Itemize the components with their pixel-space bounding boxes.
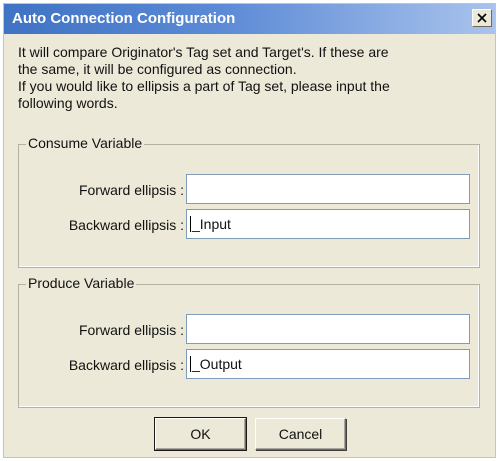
description-line: It will compare Originator's Tag set and… xyxy=(18,44,389,60)
close-icon xyxy=(477,13,487,23)
produce-forward-ellipsis-label: Forward ellipsis : xyxy=(78,322,184,338)
description-text: It will compare Originator's Tag set and… xyxy=(18,44,478,112)
close-button[interactable] xyxy=(472,9,492,27)
description-line: If you would like to ellipsis a part of … xyxy=(18,78,390,94)
text-caret xyxy=(190,356,191,372)
produce-backward-ellipsis-label: Backward ellipsis : xyxy=(68,357,184,373)
consume-backward-ellipsis-input[interactable]: _Input xyxy=(186,209,470,239)
produce-variable-group: Produce Variable Forward ellipsis : Back… xyxy=(18,275,480,408)
auto-connection-dialog: Auto Connection Configuration It will co… xyxy=(3,3,496,458)
consume-backward-ellipsis-value: _Input xyxy=(192,216,231,232)
produce-variable-legend: Produce Variable xyxy=(26,275,137,291)
window-title: Auto Connection Configuration xyxy=(12,10,236,27)
produce-forward-ellipsis-input[interactable] xyxy=(186,314,470,344)
cancel-button[interactable]: Cancel xyxy=(255,418,346,450)
description-line: the same, it will be configured as conne… xyxy=(18,61,297,77)
produce-backward-ellipsis-value: _Output xyxy=(192,356,242,372)
consume-forward-ellipsis-label: Forward ellipsis : xyxy=(78,182,184,198)
consume-backward-ellipsis-label: Backward ellipsis : xyxy=(68,217,184,233)
consume-forward-ellipsis-input[interactable] xyxy=(186,174,470,204)
produce-backward-ellipsis-input[interactable]: _Output xyxy=(186,349,470,379)
consume-variable-group: Consume Variable Forward ellipsis : Back… xyxy=(18,135,480,268)
text-caret xyxy=(190,216,191,232)
consume-variable-legend: Consume Variable xyxy=(26,135,145,151)
title-bar[interactable]: Auto Connection Configuration xyxy=(4,4,495,34)
ok-button[interactable]: OK xyxy=(154,417,247,451)
description-line: following words. xyxy=(18,95,118,111)
